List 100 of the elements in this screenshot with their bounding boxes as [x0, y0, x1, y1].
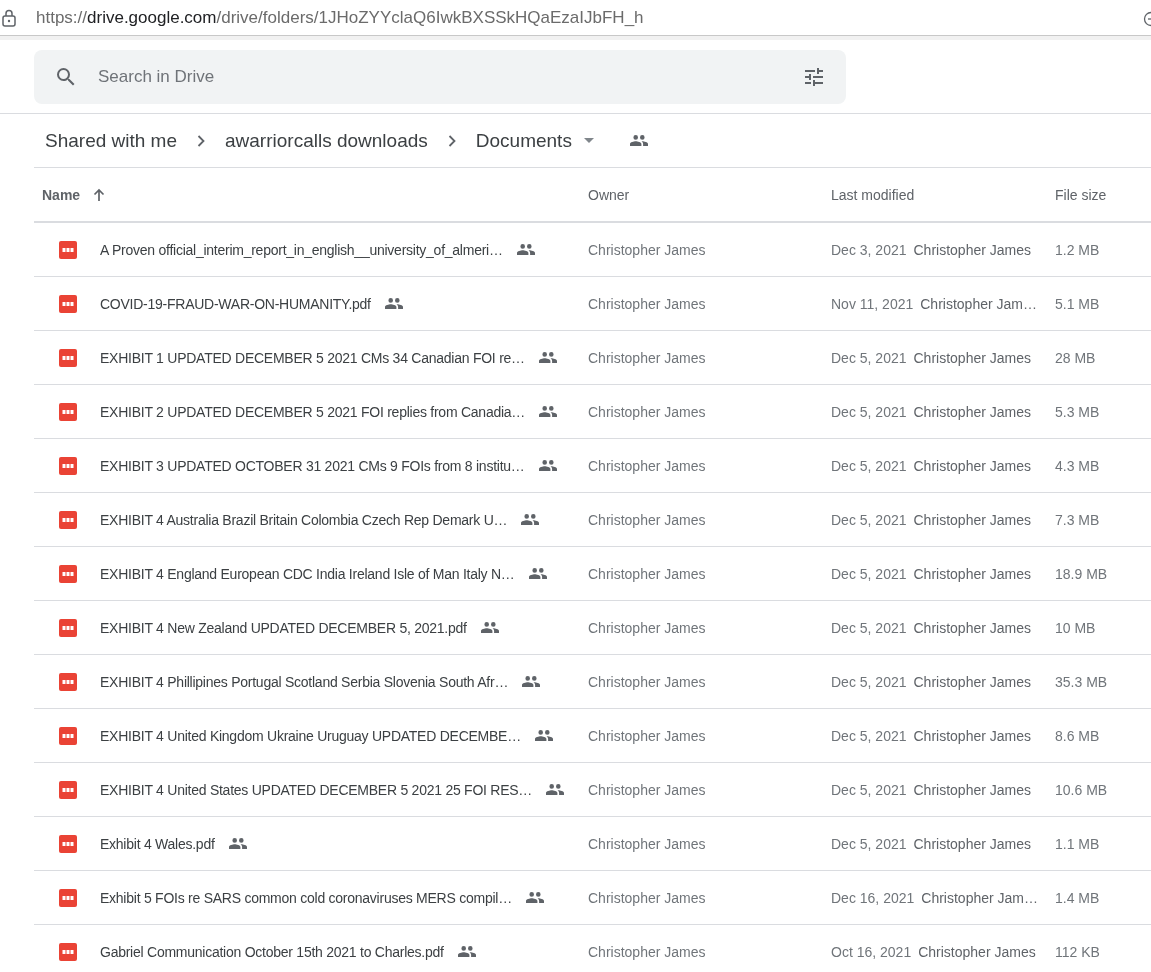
filter-options-icon[interactable]: [802, 65, 826, 89]
file-name[interactable]: EXHIBIT 1 UPDATED DECEMBER 5 2021 CMs 34 Canadian FOI re…: [100, 349, 525, 366]
file-size: 1.4 MB: [1055, 889, 1100, 906]
file-name[interactable]: Gabriel Communication October 15th 2021 to Charles.pdf: [100, 943, 444, 960]
file-name[interactable]: COVID-19-FRAUD-WAR-ON-HUMANITY.pdf: [100, 295, 371, 312]
owner-name: Christopher James: [588, 295, 706, 312]
file-size: 5.1 MB: [1055, 295, 1100, 312]
modified-date: Dec 5, 2021: [831, 673, 907, 690]
modified-date: Oct 16, 2021: [831, 943, 912, 960]
breadcrumb-item[interactable]: Documents: [475, 129, 572, 152]
modified-by-name: Christopher James: [913, 835, 1031, 852]
column-header[interactable]: Last modified: [831, 186, 915, 203]
file-name[interactable]: Exhibit 4 Wales.pdf: [100, 835, 215, 852]
modified-date: Dec 5, 2021: [831, 511, 907, 528]
modified-by-name: Christopher James: [913, 403, 1031, 420]
modified-date: Dec 5, 2021: [831, 565, 907, 582]
file-size: 35.3 MB: [1055, 673, 1108, 690]
search-input[interactable]: Search in Drive: [98, 67, 782, 87]
modified-date: Dec 16, 2021: [831, 889, 915, 906]
file-size: 1.2 MB: [1055, 241, 1100, 258]
sort-arrow-up-icon[interactable]: [93, 187, 106, 202]
pdf-file-icon: [59, 834, 77, 853]
modified-by-name: Christopher James: [913, 511, 1031, 528]
pdf-file-icon: [59, 780, 77, 799]
pdf-file-icon: [59, 564, 77, 583]
modified-by-name: Christopher James: [913, 781, 1031, 798]
owner-name: Christopher James: [588, 349, 706, 366]
file-name[interactable]: EXHIBIT 2 UPDATED DECEMBER 5 2021 FOI replies from Canadia…: [100, 403, 526, 420]
modified-date: Dec 5, 2021: [831, 403, 907, 420]
owner-name: Christopher James: [588, 727, 706, 744]
owner-name: Christopher James: [588, 457, 706, 474]
file-size: 28 MB: [1055, 349, 1096, 366]
dropdown-caret-icon[interactable]: [583, 138, 594, 143]
chevron-right-icon: [447, 134, 456, 147]
owner-name: Christopher James: [588, 781, 706, 798]
column-header[interactable]: File size: [1055, 186, 1107, 203]
column-header[interactable]: Name: [42, 186, 81, 203]
file-name[interactable]: Exhibit 5 FOIs re SARS common cold coronaviruses MERS compil…: [100, 889, 512, 906]
address-bar-url[interactable]: https://drive.google.com/drive/folders/1JHoZYYclaQ6IwkBXSSkHQaEzaIJbFH_h: [36, 7, 644, 28]
modified-by-name: Christopher James: [913, 727, 1031, 744]
modified-by-name: Christopher James: [913, 241, 1031, 258]
file-size: 5.3 MB: [1055, 403, 1100, 420]
owner-name: Christopher James: [588, 943, 706, 960]
modified-date: Nov 11, 2021: [831, 295, 914, 312]
pdf-file-icon: [59, 726, 77, 745]
owner-name: Christopher James: [588, 511, 706, 528]
file-name[interactable]: EXHIBIT 4 England European CDC India Ireland Isle of Man Italy N…: [100, 565, 515, 582]
file-name[interactable]: EXHIBIT 4 United Kingdom Ukraine Uruguay UPDATED DECEMBE…: [100, 727, 521, 744]
file-name[interactable]: A Proven official_interim_report_in_english__university_of_almeri…: [100, 241, 503, 258]
owner-name: Christopher James: [588, 673, 706, 690]
modified-date: Dec 5, 2021: [831, 457, 907, 474]
file-size: 7.3 MB: [1055, 511, 1100, 528]
file-size: 10.6 MB: [1055, 781, 1108, 798]
modified-by-name: Christopher James: [913, 619, 1031, 636]
pdf-file-icon: [59, 942, 77, 961]
modified-date: Dec 3, 2021: [831, 241, 907, 258]
pdf-file-icon: [59, 618, 77, 637]
file-size: 8.6 MB: [1055, 727, 1100, 744]
file-size: 18.9 MB: [1055, 565, 1108, 582]
owner-name: Christopher James: [588, 403, 706, 420]
file-name[interactable]: EXHIBIT 4 Phillipines Portugal Scotland Serbia Slovenia South Afr…: [100, 673, 509, 690]
column-header[interactable]: Owner: [588, 186, 630, 203]
pdf-file-icon: [59, 672, 77, 691]
lock-icon: [2, 8, 16, 27]
file-size: 1.1 MB: [1055, 835, 1100, 852]
pdf-file-icon: [59, 240, 77, 259]
pdf-file-icon: [59, 456, 77, 475]
modified-date: Dec 5, 2021: [831, 727, 907, 744]
owner-name: Christopher James: [588, 619, 706, 636]
search-field[interactable]: Search in Drive: [34, 50, 846, 104]
modified-by-name: Christopher James: [913, 565, 1031, 582]
owner-name: Christopher James: [588, 565, 706, 582]
file-name[interactable]: EXHIBIT 4 Australia Brazil Britain Colombia Czech Rep Demark U…: [100, 511, 508, 528]
chevron-right-icon: [197, 134, 205, 147]
pdf-file-icon: [59, 510, 77, 529]
modified-by-name: Christopher James: [913, 673, 1031, 690]
pdf-file-icon: [59, 402, 77, 421]
pdf-file-icon: [59, 348, 77, 367]
modified-by-name: Christopher Jam…: [921, 889, 1038, 906]
modified-date: Dec 5, 2021: [831, 349, 907, 366]
breadcrumb-item[interactable]: awarriorcalls downloads: [225, 129, 428, 152]
owner-name: Christopher James: [588, 889, 706, 906]
breadcrumb-item[interactable]: Shared with me: [45, 129, 177, 152]
owner-name: Christopher James: [588, 241, 706, 258]
file-name[interactable]: EXHIBIT 3 UPDATED OCTOBER 31 2021 CMs 9 FOIs from 8 institu…: [100, 457, 525, 474]
pdf-file-icon: [59, 294, 77, 313]
file-size: 10 MB: [1055, 619, 1096, 636]
file-name[interactable]: EXHIBIT 4 New Zealand UPDATED DECEMBER 5, 2021.pdf: [100, 619, 467, 636]
modified-date: Dec 5, 2021: [831, 781, 907, 798]
file-size: 4.3 MB: [1055, 457, 1100, 474]
modified-by-name: Christopher James: [913, 457, 1031, 474]
modified-by-name: Christopher James: [913, 349, 1031, 366]
modified-by-name: Christopher James: [918, 943, 1036, 960]
file-size: 112 KB: [1055, 943, 1100, 960]
file-name[interactable]: EXHIBIT 4 United States UPDATED DECEMBER 5 2021 25 FOI RES…: [100, 781, 533, 798]
modified-date: Dec 5, 2021: [831, 835, 907, 852]
pdf-file-icon: [59, 888, 77, 907]
modified-by-name: Christopher Jam…: [920, 295, 1037, 312]
modified-date: Dec 5, 2021: [831, 619, 907, 636]
owner-name: Christopher James: [588, 835, 706, 852]
